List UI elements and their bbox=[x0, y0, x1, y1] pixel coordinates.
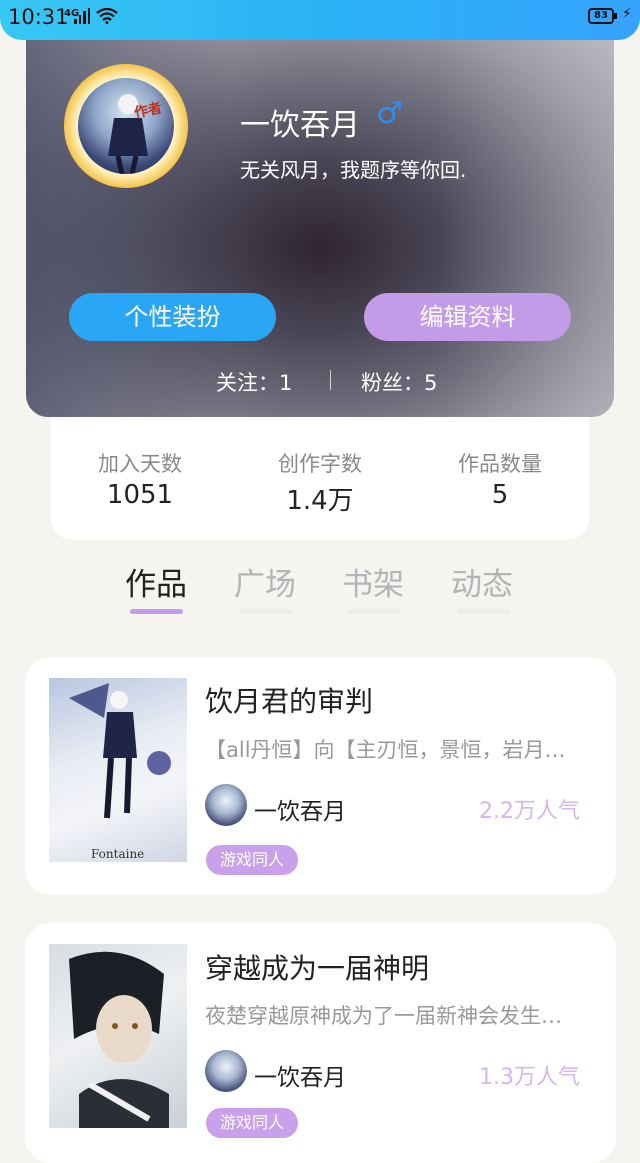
fans-count[interactable]: 粉丝：5 bbox=[361, 367, 437, 397]
tab-bookshelf[interactable]: 书架 bbox=[342, 559, 404, 604]
work-popularity: 1.3万人气 bbox=[479, 1065, 580, 1090]
stat-word-count-value: 1.4万 bbox=[286, 486, 354, 516]
tab-feed[interactable]: 动态 bbox=[451, 559, 513, 604]
nickname: 一饮吞月 bbox=[240, 108, 360, 143]
divider bbox=[330, 370, 331, 390]
work-author: 一饮吞月 bbox=[254, 1065, 346, 1091]
stats-card bbox=[51, 417, 589, 540]
signal-icon bbox=[74, 8, 90, 24]
edit-profile-button[interactable]: 编辑资料 bbox=[364, 293, 571, 341]
work-title[interactable]: 穿越成为一届神明 bbox=[205, 947, 429, 987]
work-title[interactable]: 饮月君的审判 bbox=[205, 680, 373, 720]
active-tab-indicator bbox=[130, 609, 183, 614]
work-tag[interactable]: 游戏同人 bbox=[206, 1108, 299, 1138]
personal-dress-button[interactable]: 个性装扮 bbox=[69, 293, 276, 341]
stat-works-count-label: 作品数量 bbox=[458, 452, 542, 476]
work-description: 夜楚穿越原神成为了一届新神会发生… bbox=[205, 1004, 562, 1028]
tab-indicator-placeholder bbox=[348, 609, 401, 614]
wifi-icon bbox=[96, 8, 118, 24]
tab-works[interactable]: 作品 bbox=[125, 559, 187, 604]
work-popularity: 2.2万人气 bbox=[479, 799, 580, 824]
stat-word-count-label: 创作字数 bbox=[278, 452, 362, 476]
follow-count[interactable]: 关注：1 bbox=[216, 367, 292, 397]
stat-join-days-label: 加入天数 bbox=[98, 452, 182, 476]
status-time: 10:31 bbox=[8, 5, 69, 29]
battery-tip bbox=[614, 13, 617, 19]
author-avatar[interactable] bbox=[205, 1050, 247, 1092]
cover-art-icon bbox=[69, 951, 169, 1128]
male-icon: ♂ bbox=[376, 96, 403, 131]
charging-icon: ⚡ bbox=[622, 6, 632, 22]
work-cover[interactable] bbox=[49, 944, 187, 1128]
tab-square[interactable]: 广场 bbox=[234, 559, 296, 604]
work-description: 【all丹恒】向【主刃恒，景恒，岩月… bbox=[205, 738, 566, 762]
cover-art-icon: Fontaine bbox=[69, 683, 171, 861]
work-cover[interactable]: Fontaine bbox=[49, 678, 187, 862]
tab-indicator-placeholder bbox=[457, 609, 510, 614]
stat-works-count-value: 5 bbox=[491, 480, 509, 510]
battery-icon: 83 bbox=[588, 8, 614, 24]
avatar[interactable] bbox=[78, 78, 174, 174]
bio: 无关风月，我题序等你回. bbox=[240, 158, 467, 182]
stat-join-days-value: 1051 bbox=[106, 480, 174, 510]
work-author: 一饮吞月 bbox=[254, 799, 346, 825]
avatar-figure-icon bbox=[108, 94, 148, 174]
work-tag[interactable]: 游戏同人 bbox=[206, 845, 299, 875]
tab-indicator-placeholder bbox=[239, 609, 292, 614]
author-avatar[interactable] bbox=[205, 784, 247, 826]
svg-text:Fontaine: Fontaine bbox=[91, 847, 144, 861]
